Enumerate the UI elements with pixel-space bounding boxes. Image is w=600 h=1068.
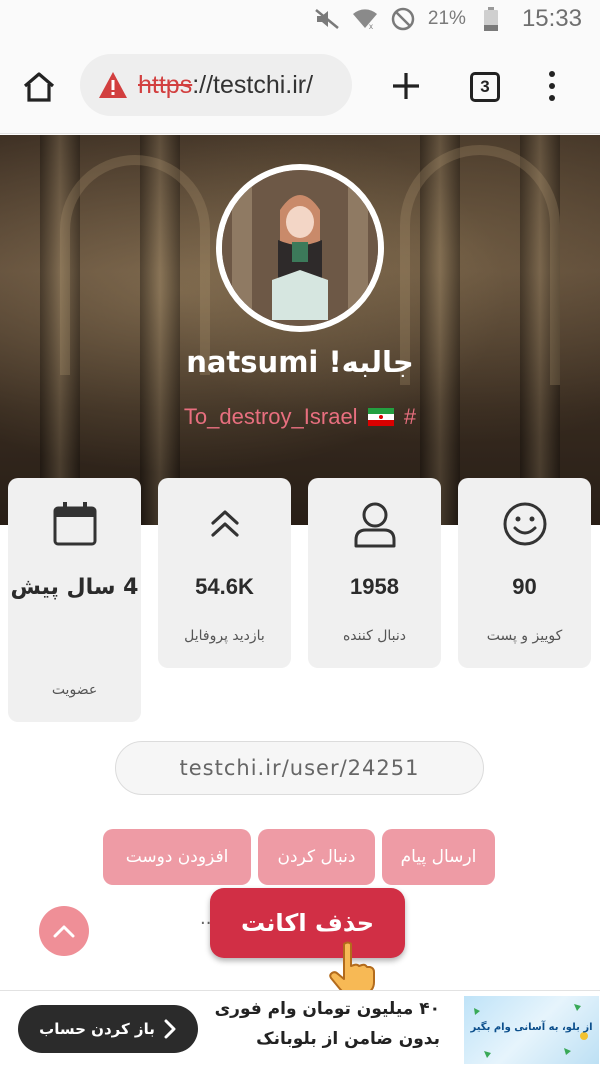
warning-icon	[99, 72, 127, 98]
chevrons-up-icon	[158, 500, 291, 548]
url-host: ://testchi.ir/	[192, 70, 314, 99]
home-icon[interactable]	[18, 68, 60, 106]
plus-icon[interactable]	[388, 68, 424, 104]
svg-text:x: x	[369, 22, 373, 30]
stat-card-membership[interactable]: 4 سال پیش عضویت	[8, 478, 141, 722]
stat-posts-label: کوییز و پست	[486, 628, 563, 644]
stat-followers-value: 1958	[350, 574, 399, 599]
calendar-icon	[8, 500, 141, 548]
add-friend-button[interactable]: افزودن دوست	[103, 829, 251, 885]
stat-card-followers[interactable]: 1958 دنبال کننده	[308, 478, 441, 668]
profile-username: جالبه! natsumi	[186, 345, 414, 379]
ad-subtitle: بدون ضامن از بلوبانک	[256, 1029, 440, 1049]
profile-link[interactable]: testchi.ir/user/24251	[115, 741, 484, 795]
send-message-button[interactable]: ارسال پیام	[382, 829, 495, 885]
pointing-hand-icon	[329, 941, 375, 995]
clock: 15:33	[521, 5, 582, 32]
browser-toolbar: https://testchi.ir/ 3	[0, 38, 600, 134]
ad-cta-label: باز کردن حساب	[39, 1020, 155, 1038]
stat-card-views[interactable]: 54.6K بازدید پروفایل	[158, 478, 291, 668]
wifi-icon: x	[352, 6, 378, 32]
hashtag-symbol: #	[403, 404, 417, 429]
stat-views-label: بازدید پروفایل	[184, 628, 265, 644]
more-vert-icon[interactable]	[540, 68, 564, 104]
stat-membership-label: عضویت	[51, 682, 98, 698]
stat-membership-value: 4 سال پیش	[10, 575, 139, 600]
iran-flag-icon	[367, 408, 394, 426]
do-not-disturb-icon	[390, 6, 416, 32]
address-bar[interactable]: https://testchi.ir/	[80, 54, 352, 116]
status-bar: x 21% 15:33	[0, 0, 600, 38]
ad-title: ۴۰ میلیون تومان وام فوری	[214, 999, 440, 1019]
url-scheme: https	[138, 70, 193, 99]
mute-icon	[314, 6, 340, 32]
battery-icon	[478, 6, 504, 32]
battery-percent: 21%	[427, 8, 466, 29]
user-icon	[308, 500, 441, 548]
ad-image-text: از بلو، به آسانی وام بگیر	[470, 1022, 593, 1033]
stat-posts-value: 90	[512, 574, 537, 599]
stat-views-value: 54.6K	[195, 574, 254, 599]
chevron-right-icon	[164, 1019, 176, 1039]
scroll-to-top-button[interactable]	[39, 906, 89, 956]
url-text: https://testchi.ir/	[138, 71, 313, 100]
tabs-icon[interactable]: 3	[470, 72, 500, 102]
stat-card-posts[interactable]: 90 کوییز و پست	[458, 478, 591, 668]
follow-button[interactable]: دنبال کردن	[258, 829, 375, 885]
ad-cta-button[interactable]: باز کردن حساب	[18, 1005, 198, 1053]
avatar[interactable]	[216, 164, 384, 332]
chevron-up-icon	[53, 925, 75, 938]
ad-banner[interactable]: از بلو، به آسانی وام بگیر ۴۰ میلیون توما…	[0, 990, 600, 1068]
ad-image[interactable]: از بلو، به آسانی وام بگیر	[464, 996, 599, 1064]
profile-hashtag: To_destroy_Israel #	[0, 404, 600, 430]
smiley-icon	[458, 500, 591, 548]
stat-followers-label: دنبال کننده	[342, 628, 407, 644]
hashtag-text: To_destroy_Israel	[183, 404, 358, 429]
